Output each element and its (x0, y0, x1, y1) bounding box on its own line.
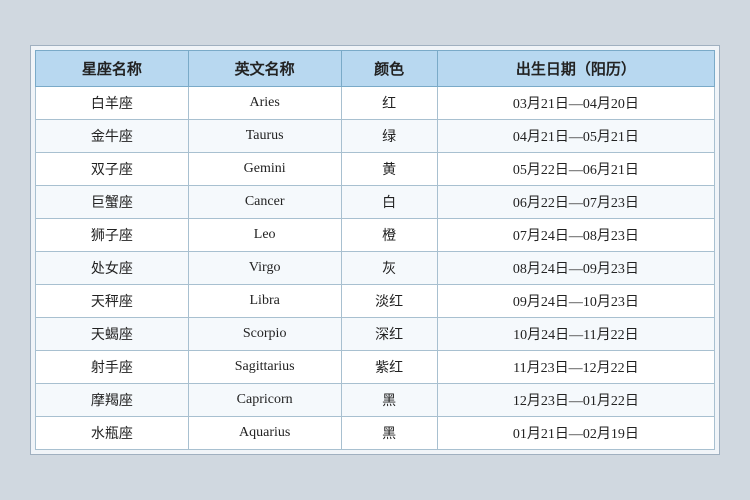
table-row: 天秤座Libra淡红09月24日—10月23日 (36, 285, 715, 318)
table-row: 巨蟹座Cancer白06月22日—07月23日 (36, 186, 715, 219)
cell-2: 橙 (341, 219, 437, 252)
cell-3: 10月24日—11月22日 (437, 318, 714, 351)
cell-2: 黄 (341, 153, 437, 186)
cell-0: 狮子座 (36, 219, 189, 252)
cell-0: 双子座 (36, 153, 189, 186)
cell-3: 07月24日—08月23日 (437, 219, 714, 252)
cell-2: 淡红 (341, 285, 437, 318)
cell-1: Gemini (188, 153, 341, 186)
cell-3: 04月21日—05月21日 (437, 120, 714, 153)
cell-1: Aquarius (188, 417, 341, 450)
table-row: 天蝎座Scorpio深红10月24日—11月22日 (36, 318, 715, 351)
cell-2: 黑 (341, 417, 437, 450)
cell-0: 金牛座 (36, 120, 189, 153)
zodiac-table: 星座名称 英文名称 颜色 出生日期（阳历） 白羊座Aries红03月21日—04… (35, 50, 715, 450)
table-row: 水瓶座Aquarius黑01月21日—02月19日 (36, 417, 715, 450)
cell-1: Aries (188, 87, 341, 120)
cell-1: Leo (188, 219, 341, 252)
cell-1: Libra (188, 285, 341, 318)
cell-2: 红 (341, 87, 437, 120)
header-dates: 出生日期（阳历） (437, 51, 714, 87)
cell-0: 处女座 (36, 252, 189, 285)
table-row: 射手座Sagittarius紫红11月23日—12月22日 (36, 351, 715, 384)
cell-2: 绿 (341, 120, 437, 153)
cell-0: 天秤座 (36, 285, 189, 318)
cell-1: Virgo (188, 252, 341, 285)
cell-0: 巨蟹座 (36, 186, 189, 219)
cell-3: 11月23日—12月22日 (437, 351, 714, 384)
table-row: 双子座Gemini黄05月22日—06月21日 (36, 153, 715, 186)
cell-1: Scorpio (188, 318, 341, 351)
cell-3: 06月22日—07月23日 (437, 186, 714, 219)
cell-0: 白羊座 (36, 87, 189, 120)
cell-2: 深红 (341, 318, 437, 351)
header-color: 颜色 (341, 51, 437, 87)
cell-3: 01月21日—02月19日 (437, 417, 714, 450)
cell-0: 射手座 (36, 351, 189, 384)
cell-3: 08月24日—09月23日 (437, 252, 714, 285)
cell-1: Cancer (188, 186, 341, 219)
cell-3: 03月21日—04月20日 (437, 87, 714, 120)
table-row: 处女座Virgo灰08月24日—09月23日 (36, 252, 715, 285)
table-header-row: 星座名称 英文名称 颜色 出生日期（阳历） (36, 51, 715, 87)
cell-1: Sagittarius (188, 351, 341, 384)
cell-2: 黑 (341, 384, 437, 417)
zodiac-table-wrapper: 星座名称 英文名称 颜色 出生日期（阳历） 白羊座Aries红03月21日—04… (30, 45, 720, 455)
cell-2: 紫红 (341, 351, 437, 384)
table-row: 摩羯座Capricorn黑12月23日—01月22日 (36, 384, 715, 417)
cell-0: 摩羯座 (36, 384, 189, 417)
cell-2: 灰 (341, 252, 437, 285)
cell-0: 水瓶座 (36, 417, 189, 450)
table-row: 狮子座Leo橙07月24日—08月23日 (36, 219, 715, 252)
cell-2: 白 (341, 186, 437, 219)
cell-3: 09月24日—10月23日 (437, 285, 714, 318)
header-english-name: 英文名称 (188, 51, 341, 87)
cell-1: Taurus (188, 120, 341, 153)
cell-1: Capricorn (188, 384, 341, 417)
header-chinese-name: 星座名称 (36, 51, 189, 87)
table-body: 白羊座Aries红03月21日—04月20日金牛座Taurus绿04月21日—0… (36, 87, 715, 450)
table-row: 白羊座Aries红03月21日—04月20日 (36, 87, 715, 120)
table-row: 金牛座Taurus绿04月21日—05月21日 (36, 120, 715, 153)
cell-3: 05月22日—06月21日 (437, 153, 714, 186)
cell-0: 天蝎座 (36, 318, 189, 351)
cell-3: 12月23日—01月22日 (437, 384, 714, 417)
